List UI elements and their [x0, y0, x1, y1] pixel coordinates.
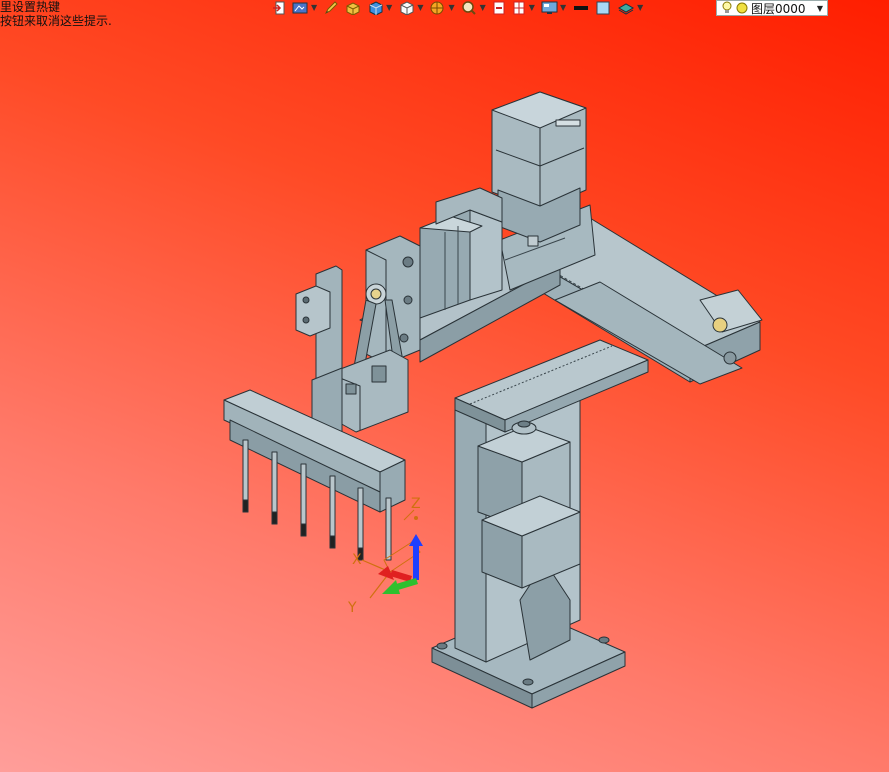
- model-viewport[interactable]: Z X Y: [0, 0, 889, 772]
- column-motor: [477, 420, 581, 589]
- z-axis-label: Z: [411, 496, 421, 512]
- top-motor: [491, 91, 587, 247]
- y-axis-label: Y: [347, 600, 357, 616]
- z-slider-block: [337, 349, 409, 433]
- x-axis-label: X: [352, 552, 362, 568]
